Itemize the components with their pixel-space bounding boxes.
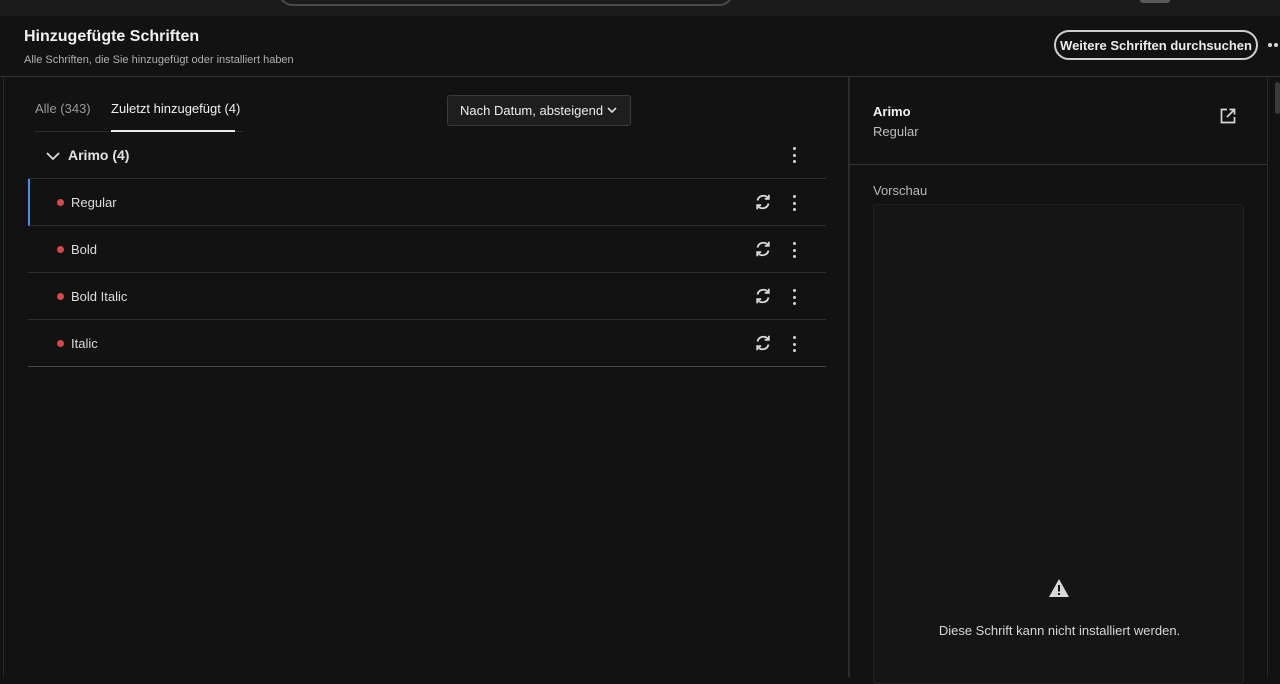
detail-family-name: Arimo <box>873 104 911 119</box>
page-subtitle: Alle Schriften, die Sie hinzugefügt oder… <box>24 54 294 66</box>
search-bar[interactable] <box>278 0 734 6</box>
status-dot <box>57 293 64 300</box>
font-style-label: Bold <box>71 242 98 257</box>
font-style-list: Regular Bold Bold Italic Italic <box>28 179 826 367</box>
chevron-down-icon[interactable] <box>46 150 60 162</box>
open-external-icon[interactable] <box>1219 107 1237 125</box>
more-vertical-icon[interactable] <box>791 242 797 258</box>
install-warning-text: Diese Schrift kann nicht installiert wer… <box>938 623 1181 638</box>
tab-all[interactable]: Alle (343) <box>35 101 91 116</box>
font-family-name: Arimo (4) <box>68 147 130 163</box>
font-style-label: Italic <box>71 336 98 351</box>
more-vertical-icon[interactable] <box>791 195 797 211</box>
page-header: Hinzugefügte Schriften Alle Schriften, d… <box>0 16 1280 77</box>
font-family-row[interactable]: Arimo (4) <box>28 132 826 179</box>
more-horizontal-icon[interactable] <box>1268 40 1280 50</box>
chevron-down-icon <box>607 107 617 114</box>
font-style-label: Bold Italic <box>71 289 128 304</box>
warning-icon <box>1049 579 1069 597</box>
sync-icon[interactable] <box>754 334 772 352</box>
sync-icon[interactable] <box>754 193 772 211</box>
font-style-label: Regular <box>71 195 117 210</box>
page-title: Hinzugefügte Schriften <box>24 28 200 45</box>
font-detail-pane: Arimo Regular Vorschau Diese Schrift kan… <box>850 77 1267 684</box>
toolbar-chip[interactable] <box>1140 0 1170 3</box>
font-style-row[interactable]: Italic <box>28 320 826 367</box>
sort-dropdown[interactable]: Nach Datum, absteigend <box>447 95 631 126</box>
preview-label: Vorschau <box>873 183 928 198</box>
font-style-row[interactable]: Regular <box>28 179 826 226</box>
font-list-pane: Alle (343) Zuletzt hinzugefügt (4) Nach … <box>0 77 848 677</box>
preview-area: Diese Schrift kann nicht installiert wer… <box>873 204 1244 684</box>
font-style-row[interactable]: Bold <box>28 226 826 273</box>
scrollbar-track[interactable] <box>1267 77 1280 677</box>
scrollbar-thumb[interactable] <box>1275 82 1280 114</box>
status-dot <box>57 246 64 253</box>
status-dot <box>57 199 64 206</box>
status-dot <box>57 340 64 347</box>
more-vertical-icon[interactable] <box>791 336 797 352</box>
sync-icon[interactable] <box>754 240 772 258</box>
sort-dropdown-value: Nach Datum, absteigend <box>460 103 604 118</box>
font-style-row[interactable]: Bold Italic <box>28 273 826 320</box>
browse-fonts-button[interactable]: Weitere Schriften durchsuchen <box>1054 30 1258 60</box>
more-vertical-icon[interactable] <box>791 147 797 163</box>
tab-recently-added[interactable]: Zuletzt hinzugefügt (4) <box>111 101 240 116</box>
detail-separator <box>850 164 1267 165</box>
detail-style-name: Regular <box>873 124 919 139</box>
more-vertical-icon[interactable] <box>791 289 797 305</box>
sync-icon[interactable] <box>754 287 772 305</box>
